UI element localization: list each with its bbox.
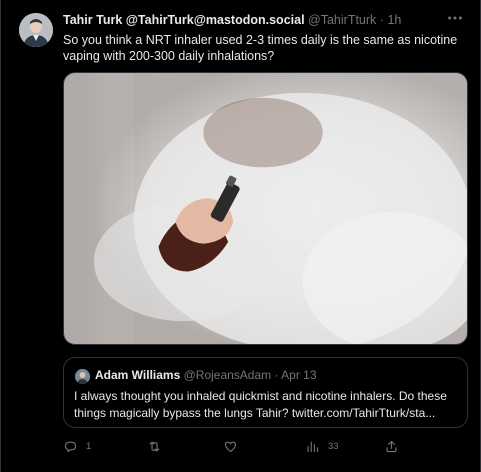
quoted-time: Apr 13 [281, 368, 317, 382]
share-button[interactable] [384, 436, 407, 456]
action-bar: 1 33 [63, 436, 468, 456]
share-icon [386, 440, 397, 452]
quoted-tweet[interactable]: Adam Williams @RojeansAdam · Apr 13 I al… [63, 357, 468, 428]
quoted-author-name: Adam Williams [95, 368, 181, 382]
quoted-separator: · [274, 368, 279, 382]
tweet-time[interactable]: 1h [387, 13, 401, 27]
tweet-image[interactable] [63, 72, 468, 345]
views-count: 33 [328, 440, 339, 452]
reply-count: 1 [86, 440, 92, 452]
author-avatar[interactable] [19, 13, 53, 47]
retweet-button[interactable] [147, 436, 170, 456]
separator: · [379, 13, 384, 27]
quoted-text: I always thought you inhaled quickmist a… [74, 389, 447, 420]
author-name[interactable]: Tahir Turk @TahirTurk@mastodon.social [63, 13, 305, 27]
tweet-card[interactable]: Tahir Turk @TahirTurk@mastodon.social @T… [0, 0, 481, 472]
tweet-header: Tahir Turk @TahirTurk@mastodon.social @T… [63, 13, 403, 31]
heart-icon [224, 441, 237, 452]
quoted-author-avatar [75, 369, 90, 384]
retweet-icon [149, 441, 160, 451]
more-dots-icon[interactable] [444, 10, 466, 28]
reply-button[interactable]: 1 [63, 436, 91, 456]
views-icon [307, 441, 319, 452]
author-handle[interactable]: @TahirTturk [308, 13, 376, 27]
reply-icon [64, 441, 77, 452]
like-button[interactable] [223, 436, 246, 456]
tweet-text: So you think a NRT inhaler used 2-3 time… [63, 33, 458, 63]
views-button[interactable]: 33 [305, 436, 339, 456]
quoted-header: Adam Williams @RojeansAdam · Apr 13 [95, 368, 317, 382]
quoted-author-handle: @RojeansAdam [183, 368, 272, 382]
